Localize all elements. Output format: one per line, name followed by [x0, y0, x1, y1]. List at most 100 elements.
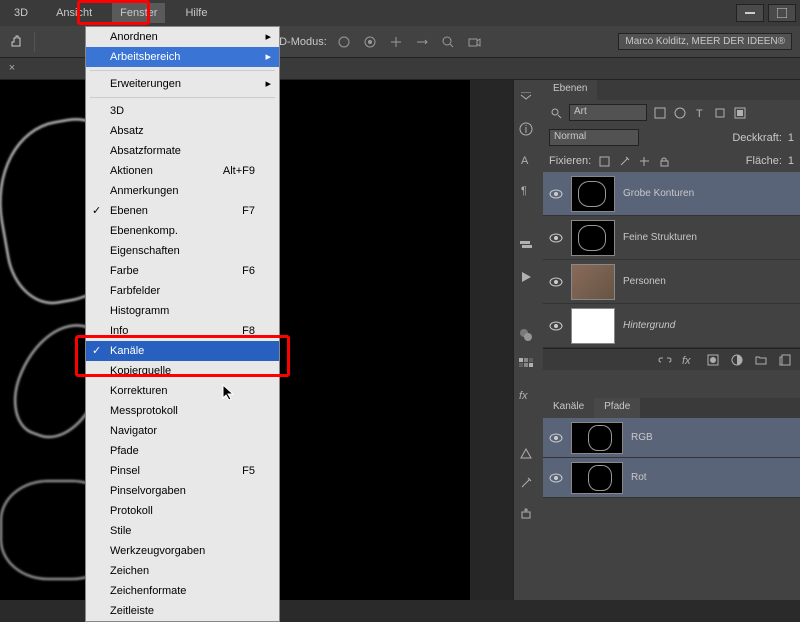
folder-icon[interactable] — [754, 353, 768, 367]
maximize-button[interactable] — [768, 4, 796, 22]
menu-item-pfade[interactable]: Pfade — [86, 441, 279, 461]
menu-item-anordnen[interactable]: Anordnen▸ — [86, 27, 279, 47]
visibility-eye-icon[interactable] — [549, 277, 563, 287]
layer-thumbnail[interactable] — [571, 176, 615, 212]
menu-item-absatz[interactable]: Absatz — [86, 121, 279, 141]
menu-item-pinsel[interactable]: PinselF5 — [86, 461, 279, 481]
wand-icon[interactable] — [519, 476, 539, 492]
layer-thumbnail[interactable] — [571, 308, 615, 344]
layer-name[interactable]: Personen — [623, 276, 666, 287]
slide-icon[interactable] — [413, 33, 431, 51]
menu-item-kopierquelle[interactable]: Kopierquelle — [86, 361, 279, 381]
zoom-icon[interactable] — [439, 33, 457, 51]
channel-thumbnail[interactable] — [571, 422, 623, 454]
visibility-eye-icon[interactable] — [549, 233, 563, 243]
blend-mode-select[interactable]: Normal — [549, 129, 639, 146]
adjustment-icon[interactable] — [730, 353, 744, 367]
channel-row[interactable]: RGB — [543, 418, 800, 458]
menu-item-arbeitsbereich[interactable]: Arbeitsbereich▸ — [86, 47, 279, 67]
fx-add-icon[interactable]: fx — [682, 353, 696, 367]
filter-type-icon[interactable]: T — [693, 106, 707, 120]
visibility-eye-icon[interactable] — [549, 473, 563, 483]
menu-item-farbe[interactable]: FarbeF6 — [86, 261, 279, 281]
hand-icon[interactable] — [8, 33, 26, 51]
menu-item-zeichenformate[interactable]: Zeichenformate — [86, 581, 279, 601]
channel-row[interactable]: Rot — [543, 458, 800, 498]
menu-item-ebenenkomp-[interactable]: Ebenenkomp. — [86, 221, 279, 241]
menu-item-kan-le[interactable]: ✓Kanäle — [86, 341, 279, 361]
filter-shape-icon[interactable] — [713, 106, 727, 120]
menu-item-absatzformate[interactable]: Absatzformate — [86, 141, 279, 161]
visibility-eye-icon[interactable] — [549, 189, 563, 199]
clone-icon[interactable] — [519, 506, 539, 522]
pan-icon[interactable] — [387, 33, 405, 51]
layer-name[interactable]: Feine Strukturen — [623, 232, 697, 243]
menu-item-erweiterungen[interactable]: Erweiterungen▸ — [86, 74, 279, 94]
lock-move-icon[interactable] — [637, 154, 651, 168]
tab-kanale[interactable]: Kanäle — [543, 398, 594, 418]
menu-item-aktionen[interactable]: AktionenAlt+F9 — [86, 161, 279, 181]
kind-select[interactable]: Art — [569, 104, 647, 121]
layer-name[interactable]: Hintergrund — [623, 320, 675, 331]
menu-item-eigenschaften[interactable]: Eigenschaften — [86, 241, 279, 261]
menu-hilfe[interactable]: Hilfe — [177, 3, 215, 23]
new-layer-icon[interactable] — [778, 353, 792, 367]
layer-row[interactable]: Hintergrund — [543, 304, 800, 348]
layer-thumbnail[interactable] — [571, 220, 615, 256]
lock-all-icon[interactable] — [657, 154, 671, 168]
visibility-eye-icon[interactable] — [549, 321, 563, 331]
menu-item-ebenen[interactable]: ✓EbenenF7 — [86, 201, 279, 221]
tab-ebenen[interactable]: Ebenen — [543, 80, 597, 100]
info-icon[interactable]: i — [519, 122, 539, 138]
menu-item-werkzeugvorgaben[interactable]: Werkzeugvorgaben — [86, 541, 279, 561]
layer-name[interactable]: Grobe Konturen — [623, 188, 694, 199]
menu-item-messprotokoll[interactable]: Messprotokoll — [86, 401, 279, 421]
color-icon[interactable] — [519, 328, 539, 344]
layer-thumbnail[interactable] — [571, 264, 615, 300]
menu-item-navigator[interactable]: Navigator — [86, 421, 279, 441]
expand-icon[interactable] — [519, 92, 539, 108]
opacity-value[interactable]: 1 — [788, 132, 794, 144]
menu-item-3d[interactable]: 3D — [86, 101, 279, 121]
menu-ansicht[interactable]: Ansicht — [48, 3, 100, 23]
paragraph-icon[interactable]: ¶ — [519, 182, 539, 198]
filter-pixel-icon[interactable] — [653, 106, 667, 120]
fill-value[interactable]: 1 — [788, 155, 794, 167]
fx-icon[interactable]: fx — [519, 388, 539, 404]
orbit-icon[interactable] — [335, 33, 353, 51]
menu-item-protokoll[interactable]: Protokoll — [86, 501, 279, 521]
menu-item-histogramm[interactable]: Histogramm — [86, 301, 279, 321]
menu-item-zeitleiste[interactable]: Zeitleiste — [86, 601, 279, 621]
layer-row[interactable]: Personen — [543, 260, 800, 304]
minimize-button[interactable] — [736, 4, 764, 22]
kind-search-icon[interactable] — [549, 106, 563, 120]
menu-3d[interactable]: 3D — [6, 3, 36, 23]
play-icon[interactable] — [519, 270, 539, 286]
camera-icon[interactable] — [465, 33, 483, 51]
close-tab-icon[interactable]: × — [4, 60, 20, 76]
menu-fenster[interactable]: Fenster — [112, 3, 165, 23]
roll-icon[interactable] — [361, 33, 379, 51]
menu-item-zeichen[interactable]: Zeichen — [86, 561, 279, 581]
filter-smart-icon[interactable] — [733, 106, 747, 120]
menu-item-info[interactable]: InfoF8 — [86, 321, 279, 341]
adjustments-icon[interactable] — [519, 446, 539, 462]
filter-adjust-icon[interactable] — [673, 106, 687, 120]
menu-item-anmerkungen[interactable]: Anmerkungen — [86, 181, 279, 201]
layers-strip-icon[interactable] — [519, 240, 539, 256]
tab-pfade[interactable]: Pfade — [594, 398, 640, 418]
character-icon[interactable]: A — [519, 152, 539, 168]
menu-item-stile[interactable]: Stile — [86, 521, 279, 541]
swatches-icon[interactable] — [519, 358, 539, 374]
layer-row[interactable]: Grobe Konturen — [543, 172, 800, 216]
menu-item-farbfelder[interactable]: Farbfelder — [86, 281, 279, 301]
menu-item-korrekturen[interactable]: Korrekturen — [86, 381, 279, 401]
menu-item-pinselvorgaben[interactable]: Pinselvorgaben — [86, 481, 279, 501]
lock-brush-icon[interactable] — [617, 154, 631, 168]
link-icon[interactable] — [658, 353, 672, 367]
mask-icon[interactable] — [706, 353, 720, 367]
lock-pixels-icon[interactable] — [597, 154, 611, 168]
channel-thumbnail[interactable] — [571, 462, 623, 494]
visibility-eye-icon[interactable] — [549, 433, 563, 443]
layer-row[interactable]: Feine Strukturen — [543, 216, 800, 260]
